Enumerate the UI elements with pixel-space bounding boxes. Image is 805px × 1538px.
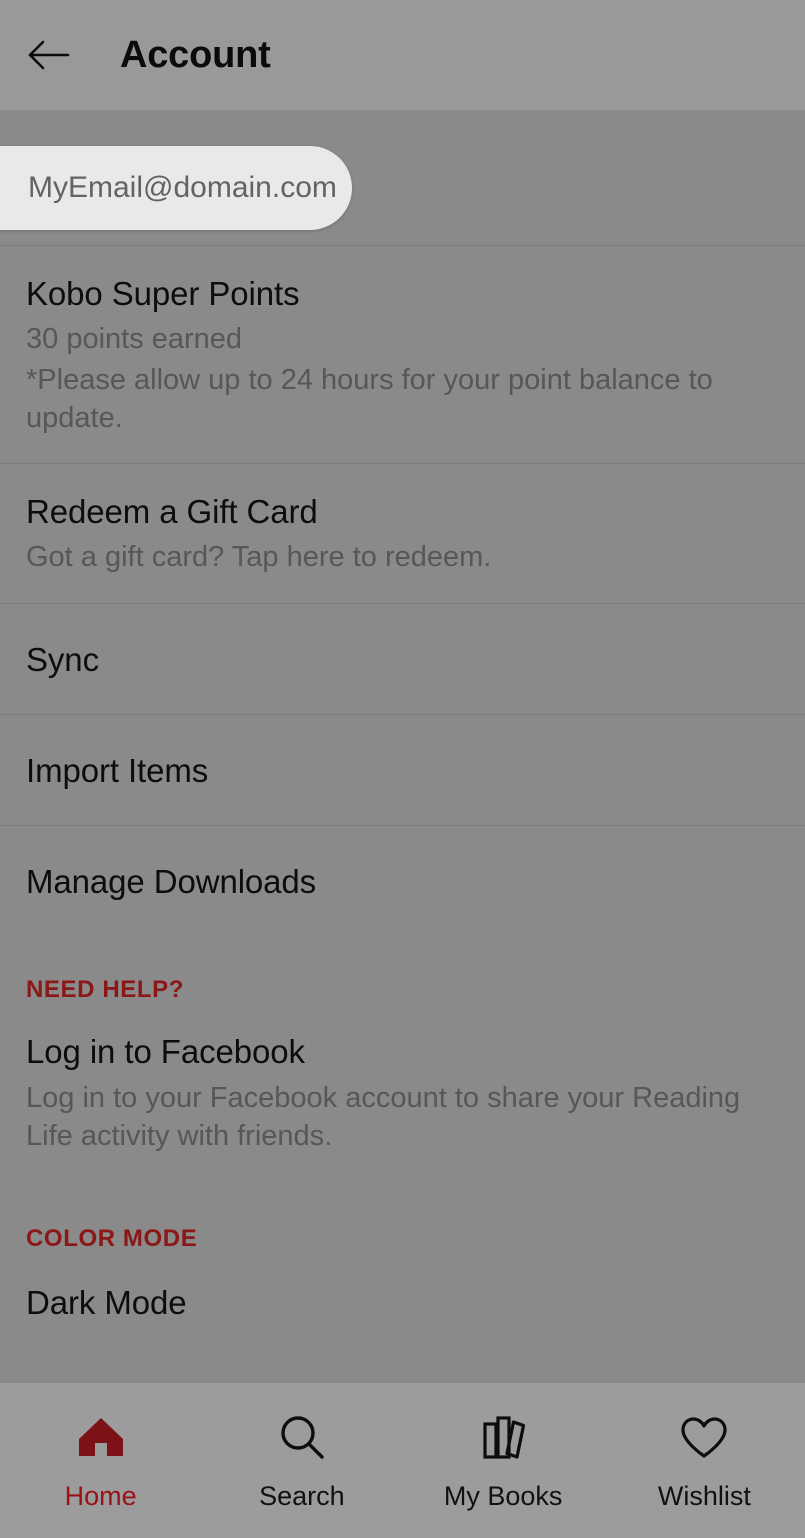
nav-item-wishlist[interactable]: Wishlist: [604, 1409, 805, 1512]
page-title: Account: [120, 34, 271, 77]
email-chip[interactable]: MyEmail@domain.com: [0, 146, 352, 230]
list-item-title: Kobo Super Points: [26, 274, 781, 314]
settings-list[interactable]: MyEmail@domain.com Kobo Super Points 30 …: [0, 110, 805, 1383]
list-item-subtitle-points: 30 points earned: [26, 320, 756, 358]
nav-label: Wishlist: [658, 1481, 751, 1512]
list-item-sync[interactable]: Sync: [0, 604, 805, 714]
app-header: Account: [0, 0, 805, 110]
section-header-color-mode: COLOR MODE: [0, 1181, 805, 1253]
list-item-import-items[interactable]: Import Items: [0, 715, 805, 825]
books-icon: [474, 1409, 532, 1467]
nav-item-home[interactable]: Home: [0, 1409, 201, 1512]
account-email-row: MyEmail@domain.com: [0, 110, 805, 245]
list-item-subtitle: Log in to your Facebook account to share…: [26, 1079, 756, 1156]
account-screen: Account MyEmail@domain.com Kobo Super Po…: [0, 0, 805, 1538]
bottom-navigation-bar: Home Search My Books: [0, 1383, 805, 1538]
list-item-title: Redeem a Gift Card: [26, 492, 781, 532]
nav-label: My Books: [444, 1481, 563, 1512]
list-item-dark-mode[interactable]: Dark Mode: [0, 1253, 805, 1323]
list-item-subtitle-note: *Please allow up to 24 hours for your po…: [26, 361, 756, 438]
list-item-subtitle: Got a gift card? Tap here to redeem.: [26, 538, 756, 576]
list-item-title: Manage Downloads: [26, 862, 781, 902]
home-icon: [72, 1409, 130, 1467]
list-item-title: Sync: [26, 640, 781, 680]
list-item-log-in-to-facebook[interactable]: Log in to Facebook Log in to your Facebo…: [0, 1004, 805, 1181]
section-header-need-help: NEED HELP?: [0, 936, 805, 1004]
nav-item-search[interactable]: Search: [201, 1409, 402, 1512]
list-item-title: Import Items: [26, 751, 781, 791]
search-icon: [273, 1409, 331, 1467]
nav-label: Home: [65, 1481, 137, 1512]
list-item-title: Log in to Facebook: [26, 1032, 781, 1072]
list-item-title: Dark Mode: [26, 1283, 781, 1323]
heart-icon: [675, 1409, 733, 1467]
list-item-redeem-gift-card[interactable]: Redeem a Gift Card Got a gift card? Tap …: [0, 464, 805, 603]
list-item-manage-downloads[interactable]: Manage Downloads: [0, 826, 805, 936]
email-value: MyEmail@domain.com: [28, 171, 337, 205]
nav-item-my-books[interactable]: My Books: [403, 1409, 604, 1512]
list-item-kobo-super-points[interactable]: Kobo Super Points 30 points earned *Plea…: [0, 246, 805, 463]
back-button[interactable]: [24, 31, 72, 79]
arrow-left-icon: [24, 31, 72, 79]
nav-label: Search: [259, 1481, 345, 1512]
